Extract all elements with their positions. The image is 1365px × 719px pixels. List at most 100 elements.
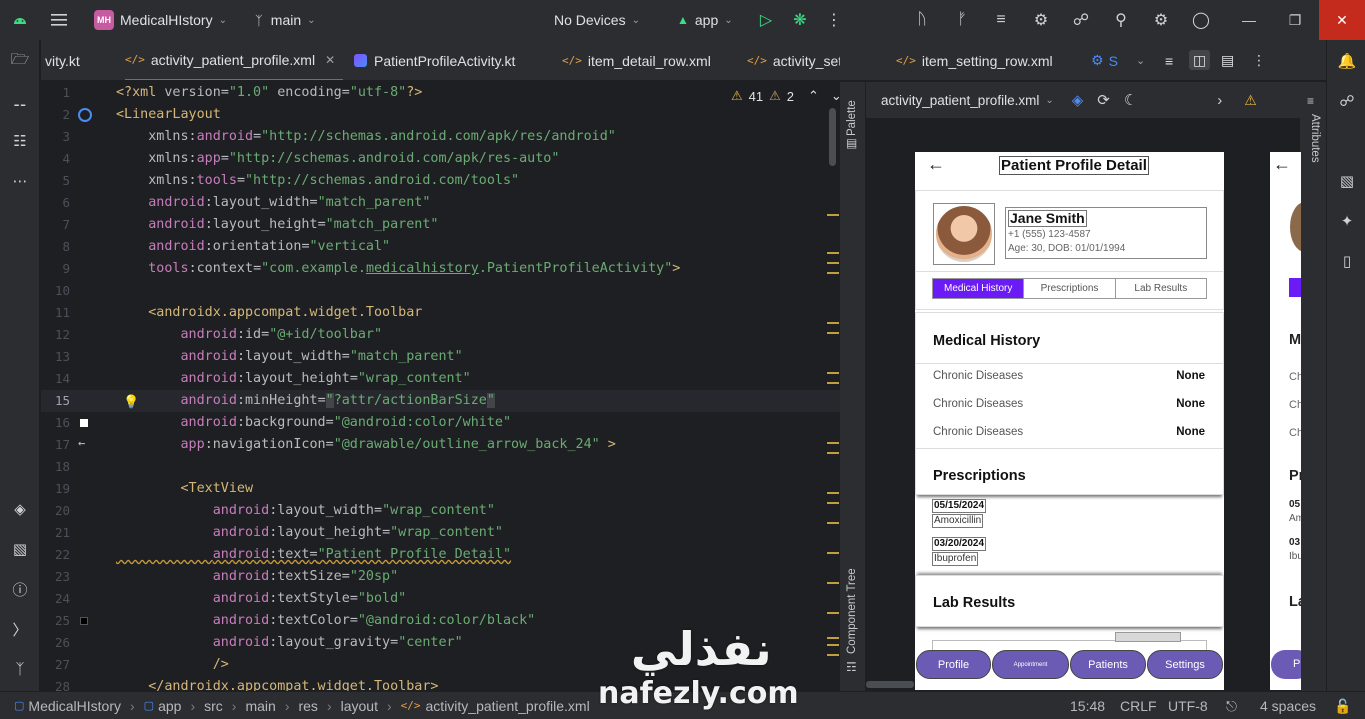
close-window-button[interactable]: ✕ <box>1319 0 1365 40</box>
debug-icon[interactable]: ❋ <box>789 9 811 31</box>
readonly-toggle-icon[interactable]: 🔓 <box>1334 692 1351 719</box>
settings-icon[interactable]: ⚙ <box>1150 9 1172 31</box>
bottom-navigation: Profile Appointment Patients Settings <box>915 650 1224 681</box>
restore-button[interactable]: ❐ <box>1272 0 1318 40</box>
tab-patient-profile-activity[interactable]: PatientProfileActivity.kt <box>354 40 515 80</box>
design-view-icon[interactable]: ▤ <box>1221 40 1234 81</box>
main-menu-icon[interactable] <box>40 0 78 40</box>
minimize-button[interactable]: — <box>1226 0 1272 40</box>
color-black-swatch-icon[interactable] <box>80 617 88 625</box>
canvas-scrollbar[interactable] <box>866 681 914 688</box>
expand-toolbar-icon[interactable]: › <box>1217 92 1222 109</box>
more-actions-icon[interactable]: ⋮ <box>823 9 845 31</box>
lightbulb-icon[interactable]: 💡 <box>123 395 139 410</box>
nav-profile-button[interactable]: Profile <box>916 650 991 679</box>
tab-item-detail-row[interactable]: </> item_detail_row.xml <box>562 40 711 80</box>
caret-position[interactable]: 15:48 <box>1070 692 1105 719</box>
commit-icon[interactable]: ⚋ <box>9 90 31 112</box>
next-highlight-icon[interactable]: ⌄ <box>831 88 840 104</box>
breadcrumb-item[interactable]: main <box>245 698 275 714</box>
design-surface-icon[interactable]: ◈ <box>1072 91 1084 109</box>
nav-patients-button[interactable]: Patients <box>1070 650 1146 679</box>
breadcrumb-item[interactable]: src <box>204 698 223 714</box>
tab-lab-results[interactable]: Lab Results <box>1116 279 1206 298</box>
code-editor[interactable]: 1 <?xml version="1.0" encoding="utf-8"?> … <box>41 82 840 691</box>
more-tabs-icon[interactable]: ⋮ <box>1252 40 1266 81</box>
weak-warning-count: 2 <box>786 88 795 104</box>
android-studio-logo-icon[interactable] <box>0 0 40 40</box>
version-control-icon[interactable]: ᛉ <box>9 658 31 680</box>
second-phone-preview[interactable]: ← M Ch Ch Ch Pr 05 Am 03 Ibu La P <box>1270 152 1301 690</box>
logcat-icon[interactable]: ≡ <box>990 9 1012 31</box>
file-encoding[interactable]: UTF-8 <box>1168 692 1208 719</box>
layout-file-selector[interactable]: activity_patient_profile.xml ⌄ <box>881 93 1054 108</box>
notifications-icon[interactable]: 🔔 <box>1336 50 1358 72</box>
tab-item-setting-row[interactable]: </> item_setting_row.xml <box>896 40 1053 81</box>
code-text: tools:context="com.example.medicalhistor… <box>148 261 681 276</box>
tab-activity-settings[interactable]: </> activity_settings.xml <box>747 40 840 80</box>
editor-scrollbar[interactable] <box>829 108 836 166</box>
problems-icon[interactable]: ⓘ <box>9 578 31 600</box>
patient-card: Jane Smith +1 (555) 123-4587 Age: 30, DO… <box>915 190 1224 272</box>
indent-setting[interactable]: 4 spaces <box>1260 692 1316 719</box>
palette-label[interactable]: Palette <box>846 100 858 136</box>
palette-icon[interactable]: ▤ <box>846 136 857 150</box>
run-icon[interactable]: ▷ <box>755 9 777 31</box>
history-value: None <box>1176 370 1205 382</box>
component-tree-label[interactable]: Component Tree <box>846 568 858 654</box>
breadcrumb-item[interactable]: res <box>298 698 317 714</box>
inspection-widget[interactable]: ⚠ 41 ⚠ 2 ⌃ ⌄ <box>731 88 840 104</box>
gemini-spark-icon[interactable]: ✦ <box>1336 210 1358 232</box>
account-icon[interactable]: ◯ <box>1190 9 1212 31</box>
code-text: android:minHeight="?attr/actionBarSize" <box>180 393 495 408</box>
tab-list-chevron-icon[interactable]: ⌄ <box>1136 40 1145 81</box>
run-config-selector[interactable]: ▲ app ⌄ <box>677 0 733 40</box>
color-white-swatch-icon[interactable] <box>80 419 88 427</box>
device-selector[interactable]: No Devices ⌄ <box>554 0 640 40</box>
line-separator[interactable]: CRLF <box>1120 692 1157 719</box>
translate-icon[interactable]: ᚢ <box>911 9 933 31</box>
breadcrumb-item[interactable]: activity_patient_profile.xml <box>426 698 590 714</box>
project-selector[interactable]: MH MedicalHIstory ⌄ <box>78 10 227 30</box>
tab-activity-patient-profile[interactable]: </> activity_patient_profile.xml ✕ <box>125 40 344 80</box>
close-tab-icon[interactable]: ✕ <box>325 53 335 67</box>
gradle-icon[interactable]: ⚙ <box>1030 9 1052 31</box>
project-view-icon[interactable]: 🗁 <box>9 50 31 72</box>
more-tools-icon[interactable]: ⋯ <box>9 170 31 192</box>
language-icon[interactable]: ᚠ <box>951 9 973 31</box>
gemini-icon[interactable]: ◈ <box>9 498 31 520</box>
structure-icon[interactable]: ☷ <box>9 130 31 152</box>
running-devices-icon[interactable]: ▧ <box>1336 170 1358 192</box>
terminal-icon[interactable]: 〉 <box>9 618 31 640</box>
device-explorer-icon[interactable]: ▯ <box>1336 250 1358 272</box>
component-tree-icon[interactable]: ☶ <box>846 660 857 674</box>
attributes-tab[interactable]: ≡ Attributes <box>1301 82 1326 691</box>
back-arrow-icon[interactable]: ← <box>927 154 945 175</box>
nav-settings-button[interactable]: Settings <box>1147 650 1223 679</box>
issues-warning-icon[interactable]: ⚠ <box>1244 92 1257 109</box>
split-view-icon[interactable]: ◫ <box>1189 50 1211 70</box>
module-icon: ▢ <box>143 700 155 712</box>
breadcrumb-item[interactable]: layout <box>341 698 378 714</box>
code-view-icon[interactable]: ≡ <box>1165 40 1173 81</box>
phone-preview[interactable]: ← Patient Profile Detail Jane Smith +1 (… <box>915 152 1224 690</box>
breadcrumb-item[interactable]: app <box>158 698 181 714</box>
tab-prescriptions[interactable]: Prescriptions <box>1024 279 1116 298</box>
gutter-layout-icon[interactable] <box>78 108 92 122</box>
orientation-icon[interactable]: ⟳ <box>1097 91 1110 109</box>
search-icon[interactable]: ⚲ <box>1110 9 1132 31</box>
tab-medical-history[interactable]: Medical History <box>933 279 1025 298</box>
night-mode-icon[interactable]: ☾ <box>1124 91 1137 109</box>
device-manager-icon[interactable]: ☍ <box>1070 9 1092 31</box>
nav-appointment-button[interactable]: Appointment <box>992 650 1069 679</box>
vcs-icon[interactable]: ⎋ <box>1226 692 1237 719</box>
branch-selector[interactable]: ᛉ main ⌄ <box>255 12 316 28</box>
app-inspection-icon[interactable]: ▧ <box>9 538 31 560</box>
code-line: 27 /> <box>41 654 840 676</box>
device-streaming-icon[interactable]: ☍ <box>1336 90 1358 112</box>
tab-overflow-item[interactable]: ⚙ S <box>1091 40 1118 81</box>
run-config-name: app <box>694 12 719 28</box>
tab-vity-kt[interactable]: vity.kt <box>45 40 80 80</box>
prev-highlight-icon[interactable]: ⌃ <box>808 88 819 104</box>
breadcrumb-item[interactable]: MedicalHIstory <box>28 698 121 714</box>
